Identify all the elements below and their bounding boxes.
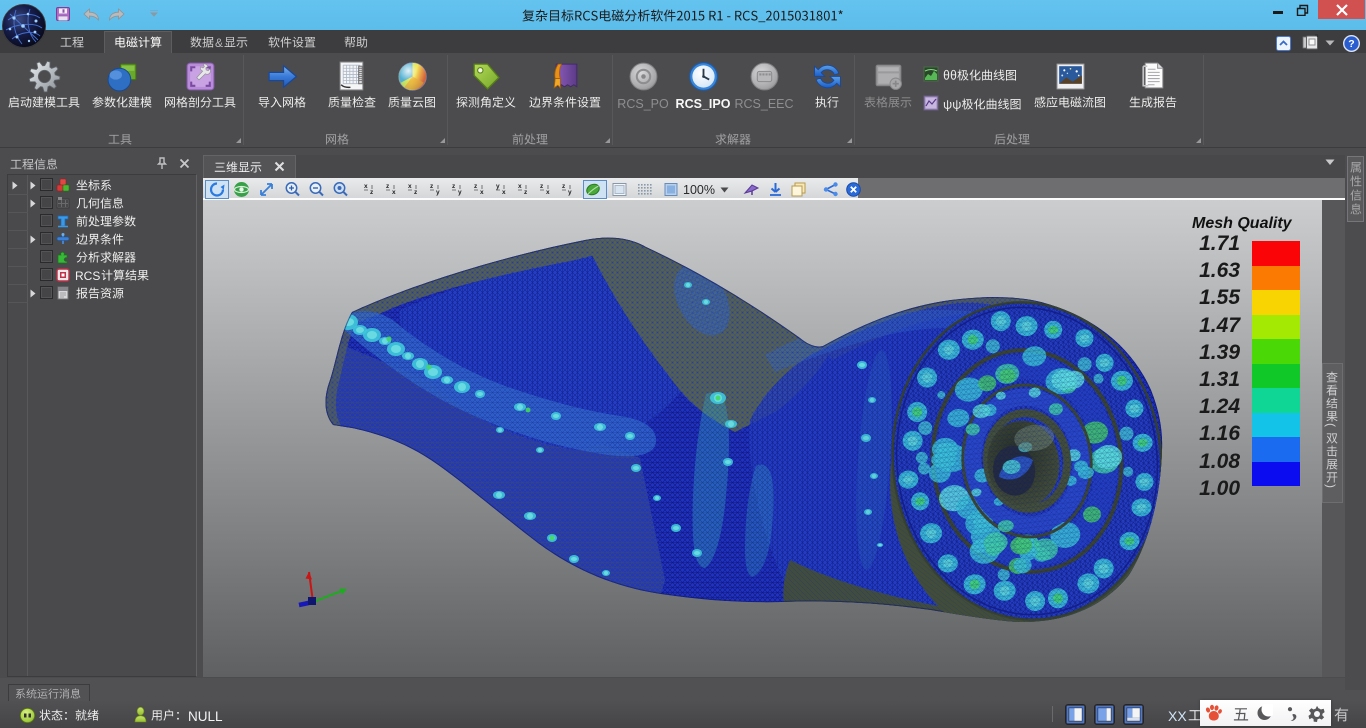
svg-text:y: y [568, 189, 572, 196]
svg-text:y: y [496, 183, 500, 190]
svg-text:y: y [458, 189, 462, 196]
svg-text:z: z [452, 183, 456, 190]
svg-text:x: x [408, 183, 412, 190]
svg-text:x: x [364, 183, 368, 190]
svg-text:z: z [430, 183, 434, 190]
svg-text:x: x [480, 189, 484, 196]
svg-text:z: z [386, 183, 390, 190]
svg-text:z: z [414, 189, 418, 196]
svg-text:x: x [546, 189, 550, 196]
svg-text:y: y [436, 189, 440, 196]
svg-text:z: z [370, 189, 374, 196]
svg-text:x: x [392, 189, 396, 196]
svg-text:?: ? [1348, 38, 1354, 50]
svg-text:z: z [474, 183, 478, 190]
svg-text:z: z [540, 183, 544, 190]
svg-text:z: z [562, 183, 566, 190]
svg-text:x: x [518, 183, 522, 190]
svg-text:z: z [524, 189, 528, 196]
svg-text:x: x [502, 189, 506, 196]
